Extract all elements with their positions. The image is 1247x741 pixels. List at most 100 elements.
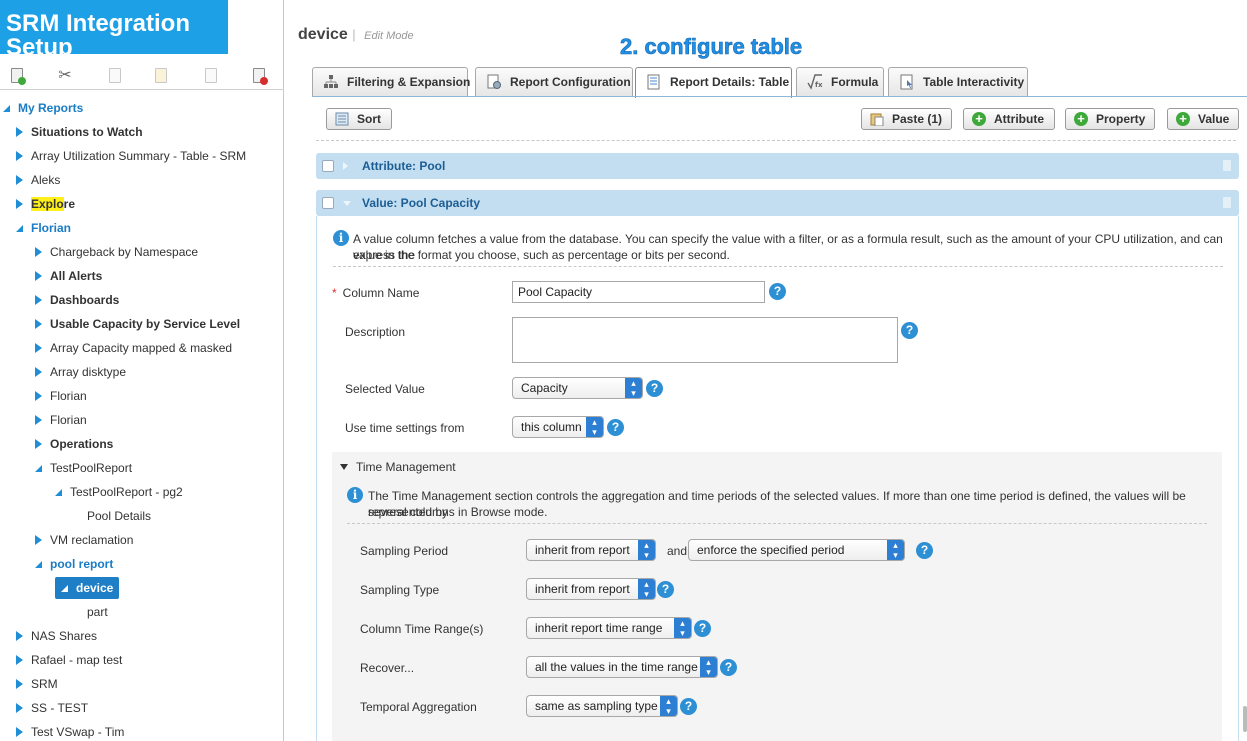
help-icon[interactable]: ? (720, 659, 737, 676)
selected-value-select[interactable]: Capacity ▴ ▾ (512, 377, 643, 399)
add-attribute-button[interactable]: + Attribute (963, 108, 1055, 130)
expanded-icon (35, 561, 42, 568)
help-icon[interactable]: ? (657, 581, 674, 598)
tree-node-device-selected[interactable]: device (55, 576, 120, 600)
plus-icon: + (1074, 112, 1088, 126)
tree-node[interactable]: Test VSwap - Tim (16, 720, 124, 741)
temporal-aggregation-label: Temporal Aggregation (360, 700, 477, 714)
column-name-input[interactable]: Pool Capacity (512, 281, 765, 303)
recover-label: Recover... (360, 661, 415, 675)
sort-button[interactable]: Sort (326, 108, 392, 130)
copy-icon[interactable] (106, 66, 124, 84)
tree-node[interactable]: Rafael - map test (16, 648, 122, 672)
sampling-type-select[interactable]: inherit from report ▴ ▾ (526, 578, 656, 600)
time-management-toggle[interactable]: Time Management (340, 460, 456, 474)
help-icon[interactable]: ? (607, 419, 624, 436)
enforce-period-select[interactable]: enforce the specified period ▴ ▾ (688, 539, 905, 561)
collapsed-icon (16, 655, 23, 665)
page-title: device | Edit Mode (298, 26, 414, 43)
interactivity-icon (900, 74, 913, 90)
select-checkbox[interactable] (322, 160, 334, 172)
tree-node[interactable]: Florian (35, 384, 87, 408)
collapsed-icon (16, 151, 23, 161)
tree-node[interactable]: SRM (16, 672, 58, 696)
expanded-icon (3, 105, 10, 112)
collapsed-icon (16, 127, 23, 137)
description-label: Description (345, 325, 406, 339)
report-tree-sidebar: SRM Integration Setup ✂ My Reports Situa… (0, 0, 284, 741)
tree-node[interactable]: Florian (35, 408, 87, 432)
tree-node[interactable]: All Alerts (35, 264, 102, 288)
tree-node[interactable]: Operations (35, 432, 113, 456)
column-time-range-select[interactable]: inherit report time range ▴ ▾ (526, 617, 692, 639)
tree-node[interactable]: TestPoolReport (35, 456, 132, 480)
tree-toolbar: ✂ (0, 62, 284, 90)
sort-icon (335, 112, 349, 126)
tab-table-interactivity[interactable]: Table Interactivity (888, 67, 1028, 96)
report-editor: device | Edit Mode 2. configure table Fi… (285, 0, 1247, 741)
tree-node[interactable]: Situations to Watch (16, 120, 143, 144)
collapse-arrow-icon[interactable] (343, 201, 351, 206)
brand-title: SRM Integration Setup (6, 10, 190, 55)
delete-report-icon[interactable] (250, 66, 268, 85)
cut-icon[interactable]: ✂ (56, 66, 74, 84)
tree-node[interactable]: Array Capacity mapped & masked (35, 336, 232, 360)
help-icon[interactable]: ? (680, 698, 697, 715)
select-caret-icon: ▴ ▾ (700, 657, 717, 677)
time-settings-select[interactable]: this column ▴ ▾ (512, 416, 604, 438)
tree-node[interactable]: SS - TEST (16, 696, 88, 720)
description-textarea[interactable] (512, 317, 898, 363)
tab-report-configuration[interactable]: Report Configuration (475, 67, 633, 96)
collapsed-icon (16, 175, 23, 185)
tm-info-line-2: several columns in Browse mode. (368, 505, 548, 519)
tree-node-explore[interactable]: Explore (16, 192, 75, 216)
tree-node[interactable]: Dashboards (35, 288, 119, 312)
divider (316, 140, 1236, 141)
tree-node[interactable]: part (87, 600, 108, 624)
collapsed-icon (16, 199, 23, 209)
help-icon[interactable]: ? (901, 322, 918, 339)
paste-button[interactable]: Paste (1) (861, 108, 952, 130)
select-caret-icon: ▴ ▾ (660, 696, 677, 716)
and-label: and (667, 544, 688, 558)
tab-filtering-expansion[interactable]: Filtering & Expansion (312, 67, 470, 96)
help-icon[interactable]: ? (694, 620, 711, 637)
tree-node-pool-report[interactable]: pool report (35, 552, 113, 576)
tree-node[interactable]: Chargeback by Namespace (35, 240, 198, 264)
tree-node[interactable]: NAS Shares (16, 624, 97, 648)
tree-node-my-reports[interactable]: My Reports (3, 96, 83, 120)
trash-icon[interactable] (1223, 160, 1231, 171)
edit-mode-label: Edit Mode (364, 30, 414, 42)
trash-icon[interactable] (1223, 197, 1231, 208)
tree-node[interactable]: Usable Capacity by Service Level (35, 312, 240, 336)
tree-node[interactable]: TestPoolReport - pg2 (55, 480, 183, 504)
tab-formula[interactable]: fx Formula (796, 67, 884, 96)
formula-icon: fx (807, 74, 823, 90)
add-property-button[interactable]: + Property (1065, 108, 1155, 130)
tree-node[interactable]: Array disktype (35, 360, 126, 384)
tab-report-details-table[interactable]: Report Details: Table (635, 67, 792, 98)
sampling-period-select[interactable]: inherit from report ▴ ▾ (526, 539, 656, 561)
new-report-icon[interactable] (8, 66, 26, 85)
temporal-aggregation-select[interactable]: same as sampling type ▴ ▾ (526, 695, 678, 717)
tree-node[interactable]: Array Utilization Summary - Table - SRM (16, 144, 246, 168)
expand-arrow-icon[interactable] (343, 162, 348, 170)
add-value-button[interactable]: + Value (1167, 108, 1239, 130)
scrollbar[interactable] (1243, 706, 1247, 732)
help-icon[interactable]: ? (769, 283, 786, 300)
duplicate-icon[interactable] (202, 66, 220, 84)
tree-node-florian[interactable]: Florian (16, 216, 71, 240)
search-highlight: Explo (31, 197, 64, 211)
value-pool-capacity-panel[interactable]: Value: Pool Capacity (316, 190, 1239, 216)
paste-icon[interactable] (152, 66, 170, 84)
divider (333, 266, 1223, 267)
recover-select[interactable]: all the values in the time range ▴ ▾ (526, 656, 718, 678)
hierarchy-icon (324, 75, 338, 88)
tree-node[interactable]: Pool Details (87, 504, 151, 528)
help-icon[interactable]: ? (646, 380, 663, 397)
help-icon[interactable]: ? (916, 542, 933, 559)
select-checkbox[interactable] (322, 197, 334, 209)
tree-node[interactable]: Aleks (16, 168, 60, 192)
tree-node[interactable]: VM reclamation (35, 528, 133, 552)
attribute-pool-panel[interactable]: Attribute: Pool (316, 153, 1239, 179)
